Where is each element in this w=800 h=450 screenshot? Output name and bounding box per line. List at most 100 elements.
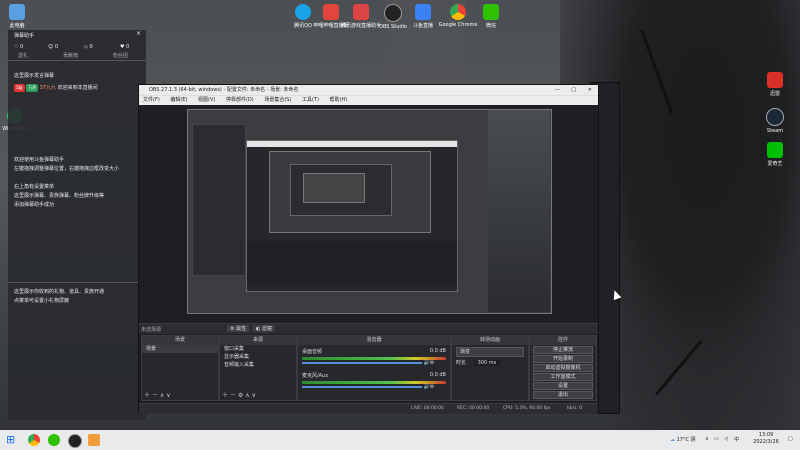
up-icon[interactable]: ∧ [160, 392, 164, 399]
desktop-icon-steam[interactable]: Steam [752, 108, 798, 134]
volume-slider[interactable] [302, 362, 422, 364]
studio-mode-button[interactable]: 工作室模式 [533, 373, 593, 381]
menu-docks[interactable]: 停靠部件(D) [226, 97, 254, 103]
live-timer: LIVE: 00:00:00 [411, 406, 444, 411]
windows-start-icon[interactable]: ⊞ [6, 434, 15, 446]
properties-button[interactable]: ⚙ 属性 [227, 325, 250, 332]
no-source-label: 未选择源 [141, 327, 162, 333]
network-icon[interactable]: ▭ [714, 436, 719, 442]
steam-icon [766, 108, 784, 126]
exit-button[interactable]: 退出 [533, 391, 593, 399]
chrome-taskbar-icon[interactable] [28, 434, 40, 446]
menu-view[interactable]: 视图(V) [198, 97, 215, 103]
source-toolbar: 未选择源 ⚙ 属性 ◐ 滤镜 [139, 323, 598, 334]
chevron-up-icon[interactable]: ∧ [705, 436, 709, 442]
obs-window[interactable]: OBS 27.1.3 (64-bit, windows) - 配置文件: 未命名… [138, 84, 599, 414]
gear-icon[interactable]: ⚙ [430, 360, 434, 366]
chat-message: 这里展示弹幕、贵族弹幕、粉丝牌升级等 [14, 193, 105, 199]
down-icon[interactable]: ∨ [252, 392, 256, 399]
weather-widget[interactable]: ☁ 17°C 阴 [670, 436, 696, 443]
fan-badge: 万界 [26, 84, 39, 92]
minimize-icon[interactable]: — [555, 85, 560, 95]
add-icon[interactable]: ＋ [144, 392, 150, 399]
sub-tab-gift[interactable]: 送礼 [18, 52, 28, 59]
desktop-icon-xunlei[interactable]: 迅雷 [752, 72, 798, 97]
notification-icon[interactable]: ▢ [788, 436, 793, 442]
menu-edit[interactable]: 编辑(E) [170, 97, 187, 103]
remove-icon[interactable]: － [152, 392, 158, 399]
tab-count-free[interactable]: ☺ 0 [48, 44, 58, 50]
tab-count-fans[interactable]: ♥ 0 [120, 44, 129, 50]
mixer-dock: 混音器 桌面音频 0.0 dB 🔊⚙ 麦克风/Aux 0.0 dB 🔊⚙ [297, 335, 451, 401]
scene-item[interactable]: 场景 [142, 345, 218, 353]
chat-message: 这里展示发言弹幕 [14, 73, 55, 79]
clock[interactable]: 13:09 2022/3/26 [748, 432, 784, 446]
stop-streaming-button[interactable]: 停止推流 [533, 346, 593, 354]
gear-icon[interactable]: ⚙ [238, 392, 243, 399]
danmaku-assistant[interactable]: 弹幕助手 × ♡ 0 ☺ 0 ◇ 0 ♥ 0 送礼 贡献榜 粉丝团 这里展示发言… [8, 30, 146, 420]
transition-select[interactable]: 渐变 [456, 347, 524, 357]
menu-file[interactable]: 文件(F) [143, 97, 160, 103]
danmaku-header: 弹幕助手 × ♡ 0 ☺ 0 ◇ 0 ♥ 0 送礼 贡献榜 粉丝团 [8, 30, 146, 61]
scenes-toolbar: ＋ － ∧ ∨ [144, 390, 171, 399]
up-icon[interactable]: ∧ [245, 392, 249, 399]
filter-icon: ◐ [256, 326, 261, 332]
menu-scene-collection[interactable]: 场景集合(S) [264, 97, 291, 103]
source-item[interactable]: 显示器采集 [220, 353, 296, 361]
tab-count-all[interactable]: ♡ 0 [14, 44, 23, 50]
cpu-fps: CPU: 5.3%, 60.00 fps [503, 406, 551, 411]
controls-header: 控件 [530, 336, 596, 345]
douyu-icon [415, 4, 431, 20]
gear-icon[interactable]: ⚙ [430, 384, 434, 390]
start-recording-button[interactable]: 开始录制 [533, 355, 593, 363]
wechat-taskbar-icon[interactable] [48, 434, 60, 446]
obs-status-bar: LIVE: 00:00:00 REC: 00:00:00 CPU: 5.3%, … [139, 403, 598, 414]
cloud-icon: ☁ [670, 437, 675, 443]
add-icon[interactable]: ＋ [222, 392, 228, 399]
source-item[interactable]: 窗口采集 [220, 345, 296, 353]
desktop-top-icons: 腾讯QQ 哔哩哔哩直播姬 腾讯游戏直播助手 OBS Studio 斗鱼直播 Go… [280, 4, 530, 34]
nested-wallpaper [488, 110, 550, 312]
douyu-taskbar-icon[interactable] [88, 434, 100, 446]
gift-message: 这里展示你收到的礼物、道具、贵族开通 [14, 289, 105, 295]
controls-dock: 控件 停止推流 开始录制 启动虚拟摄像机 工作室模式 设置 退出 [529, 335, 597, 401]
bilibili-icon [323, 4, 339, 20]
mixer-track: 桌面音频 0.0 dB 🔊⚙ [302, 348, 446, 366]
close-icon[interactable]: × [136, 30, 141, 37]
chat-message: 5级 万界 ST九九 欢迎来到本直播间 [14, 84, 98, 92]
virtual-camera-button[interactable]: 启动虚拟摄像机 [533, 364, 593, 372]
obs-taskbar-icon[interactable] [68, 434, 82, 448]
remove-icon[interactable]: － [230, 392, 236, 399]
tab-count-paid[interactable]: ◇ 0 [84, 44, 93, 50]
speaker-icon[interactable]: ◁ [724, 436, 728, 442]
desktop-icon-iqiyi[interactable]: 爱奇艺 [752, 142, 798, 167]
source-item[interactable]: 音频输入采集 [220, 361, 296, 369]
chat-message: 欢迎使用斗鱼弹幕助手 [14, 157, 65, 163]
duration-input[interactable]: 300 ms [473, 360, 501, 366]
obs-title-bar[interactable]: OBS 27.1.3 (64-bit, windows) - 配置文件: 未命名… [139, 85, 598, 95]
sub-tab-fans[interactable]: 粉丝团 [113, 52, 128, 59]
track-name: 麦克风/Aux [302, 373, 329, 379]
rec-timer: REC: 00:00:00 [457, 406, 490, 411]
desktop-icon-wechat[interactable]: 微信 [468, 4, 514, 29]
preview-canvas[interactable] [187, 109, 552, 314]
obs-window-title: OBS 27.1.3 (64-bit, windows) - 配置文件: 未命名… [149, 87, 299, 93]
clock-time: 13:09 [758, 432, 774, 438]
menu-tools[interactable]: 工具(T) [302, 97, 319, 103]
wechat-icon [483, 4, 499, 20]
settings-button[interactable]: 设置 [533, 382, 593, 390]
sources-header: 来源 [220, 336, 296, 345]
down-icon[interactable]: ∨ [166, 392, 170, 399]
menu-help[interactable]: 帮助(H) [330, 97, 348, 103]
close-icon[interactable]: ✕ [588, 85, 592, 95]
scenes-dock: 场景 场景 ＋ － ∧ ∨ [141, 335, 219, 401]
volume-slider[interactable] [302, 386, 422, 388]
mixer-header: 混音器 [298, 336, 450, 345]
sub-tab-rank[interactable]: 贡献榜 [63, 52, 78, 59]
scenes-header: 场景 [142, 336, 218, 345]
ime-indicator[interactable]: 中 [734, 436, 739, 443]
track-db: 0.0 dB [429, 348, 446, 354]
maximize-icon[interactable]: □ [571, 85, 576, 95]
filters-button[interactable]: ◐ 滤镜 [253, 325, 275, 332]
desktop-icon-this-pc[interactable]: 此电脑 [0, 4, 40, 29]
